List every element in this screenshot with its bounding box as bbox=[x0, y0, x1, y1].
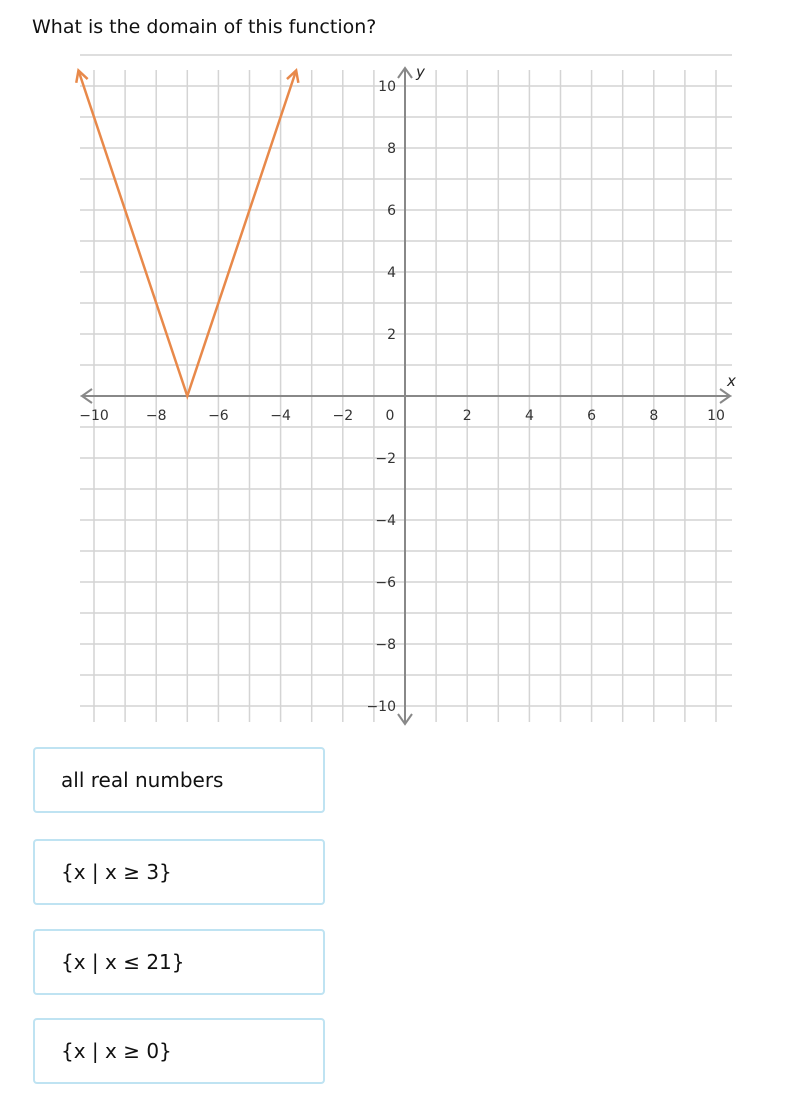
y-axis-label: y bbox=[415, 63, 426, 81]
x-tick-label: −8 bbox=[146, 408, 167, 424]
answer-choice-label: {x | x ≥ 0} bbox=[61, 1039, 172, 1063]
y-tick-label: 6 bbox=[387, 203, 396, 219]
x-tick-label: 10 bbox=[707, 408, 725, 424]
y-tick-label: 2 bbox=[387, 327, 396, 343]
x-tick-label: 4 bbox=[525, 408, 534, 424]
y-tick-label: 8 bbox=[387, 141, 396, 157]
x-tick-label: 8 bbox=[649, 408, 658, 424]
answer-choice[interactable]: all real numbers bbox=[33, 747, 325, 813]
axes: xy bbox=[80, 63, 736, 726]
y-tick-label: 10 bbox=[378, 79, 396, 95]
answer-choice-label: {x | x ≤ 21} bbox=[61, 950, 185, 974]
y-tick-label: −2 bbox=[375, 451, 396, 467]
y-tick-label: 4 bbox=[387, 265, 396, 281]
answer-choice-label: all real numbers bbox=[61, 768, 224, 792]
y-tick-label: −10 bbox=[366, 699, 396, 715]
x-tick-label: −6 bbox=[208, 408, 229, 424]
x-axis-label: x bbox=[726, 372, 736, 390]
y-tick-label: −6 bbox=[375, 575, 396, 591]
y-tick-label: −8 bbox=[375, 637, 396, 653]
answer-choice-label: {x | x ≥ 3} bbox=[61, 860, 172, 884]
answer-choice[interactable]: {x | x ≥ 0} bbox=[33, 1018, 325, 1084]
x-tick-label: −4 bbox=[270, 408, 291, 424]
x-tick-label: 2 bbox=[463, 408, 472, 424]
answer-choice[interactable]: {x | x ≤ 21} bbox=[33, 929, 325, 995]
x-tick-label: −2 bbox=[332, 408, 353, 424]
function-graph: xy −10 −8 −6 −4 −2 0 2 4 6 8 10−10−8−6−4−2246810 bbox=[75, 54, 736, 726]
x-tick-label: −10 bbox=[79, 408, 109, 424]
y-tick-label: −4 bbox=[375, 513, 396, 529]
x-tick-label: 6 bbox=[587, 408, 596, 424]
answer-choice[interactable]: {x | x ≥ 3} bbox=[33, 839, 325, 905]
x-tick-label: 0 bbox=[386, 408, 395, 424]
